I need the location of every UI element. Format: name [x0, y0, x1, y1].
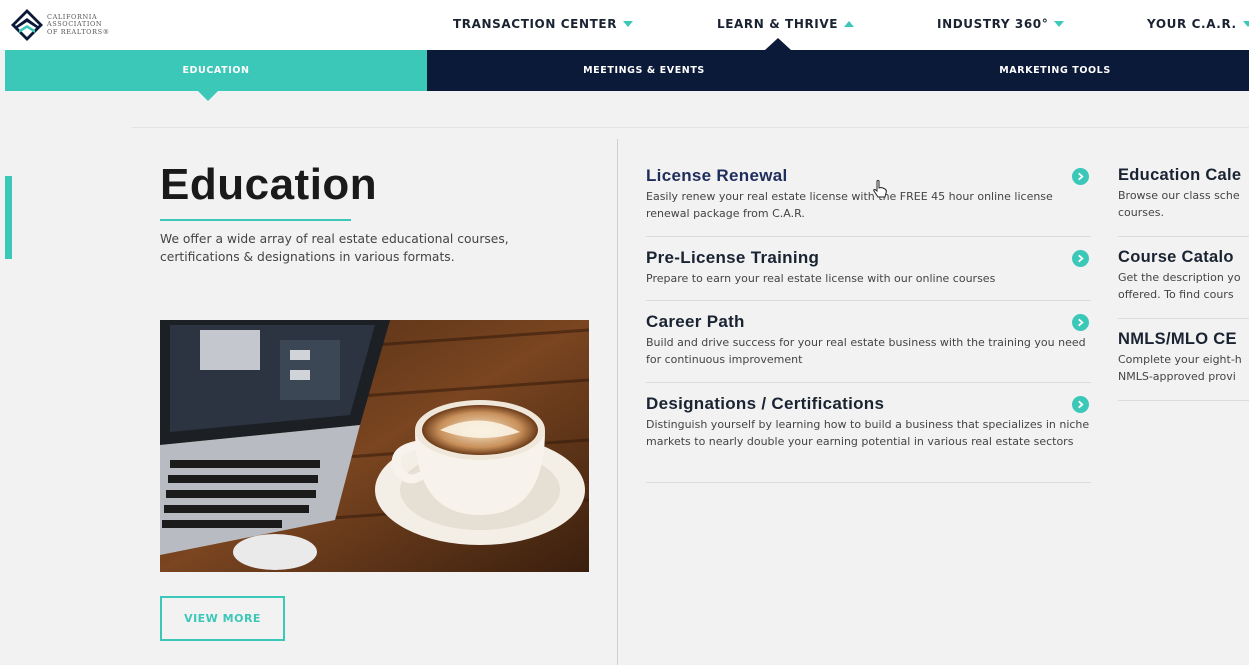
item-description: Complete your eight-h NMLS-approved prov…	[1118, 353, 1242, 383]
nav-industry-360[interactable]: INDUSTRY 360°	[937, 17, 1065, 31]
chevron-up-icon	[844, 21, 855, 27]
page-title: Education	[160, 160, 378, 209]
laptop-coffee-image	[160, 320, 589, 572]
list-item-pre-license-training[interactable]: Pre-License Training Prepare to earn you…	[646, 248, 1091, 301]
top-header: CALIFORNIA ASSOCIATION OF REALTORS® TRAN…	[0, 0, 1249, 50]
chevron-right-icon[interactable]	[1072, 168, 1089, 185]
nav-learn-thrive[interactable]: LEARN & THRIVE	[717, 17, 855, 31]
list-item-education-calendar[interactable]: Education Cale Browse our class sche cou…	[1118, 166, 1249, 221]
item-description: Distinguish yourself by learning how to …	[646, 418, 1090, 448]
list-item-career-path[interactable]: Career Path Build and drive success for …	[646, 312, 1091, 383]
item-title[interactable]: Career Path	[646, 312, 1091, 332]
chevron-right-icon[interactable]	[1072, 314, 1089, 331]
chevron-down-icon	[623, 21, 634, 27]
list-item-course-catalog[interactable]: Course Catalo Get the description yo off…	[1118, 248, 1249, 303]
title-underline	[160, 219, 351, 221]
item-description: Easily renew your real estate license wi…	[646, 190, 1053, 220]
item-title[interactable]: Pre-License Training	[646, 248, 1091, 268]
nav-your-car[interactable]: YOUR C.A.R.	[1147, 17, 1249, 31]
active-subnav-pointer	[198, 91, 218, 101]
item-description: Prepare to earn your real estate license…	[646, 272, 996, 285]
sub-navigation: EDUCATION MEETINGS & EVENTS MARKETING TO…	[5, 50, 1249, 91]
row-divider	[1118, 400, 1249, 401]
item-title[interactable]: Education Cale	[1118, 166, 1249, 185]
car-logo[interactable]: CALIFORNIA ASSOCIATION OF REALTORS®	[10, 8, 120, 42]
laptop-coffee-illustration	[160, 320, 589, 572]
row-divider	[1118, 318, 1249, 319]
page-description: We offer a wide array of real estate edu…	[160, 232, 509, 264]
active-nav-pointer	[765, 38, 791, 50]
list-item-nmls-mlo-ce[interactable]: NMLS/MLO CE Complete your eight-h NMLS-a…	[1118, 330, 1249, 385]
logo-text: CALIFORNIA ASSOCIATION OF REALTORS®	[47, 12, 110, 36]
content-divider	[132, 127, 1249, 128]
chevron-right-icon[interactable]	[1072, 250, 1089, 267]
feedback-side-tab[interactable]	[5, 176, 12, 259]
item-description: Get the description yo offered. To find …	[1118, 271, 1241, 301]
list-item-license-renewal[interactable]: License Renewal Easily renew your real e…	[646, 166, 1091, 237]
subnav-meetings-events[interactable]: MEETINGS & EVENTS	[427, 50, 861, 91]
view-more-button[interactable]: VIEW MORE	[160, 596, 285, 641]
item-description: Browse our class sche courses.	[1118, 189, 1240, 219]
nav-transaction-center[interactable]: TRANSACTION CENTER	[453, 17, 634, 31]
item-title[interactable]: Designations / Certifications	[646, 394, 1091, 414]
subnav-education[interactable]: EDUCATION	[5, 50, 427, 91]
item-title[interactable]: Course Catalo	[1118, 248, 1249, 267]
chevron-down-icon	[1054, 21, 1065, 27]
column-divider	[617, 139, 618, 665]
chevron-right-icon[interactable]	[1072, 396, 1089, 413]
item-title[interactable]: NMLS/MLO CE	[1118, 330, 1249, 349]
subnav-marketing-tools[interactable]: MARKETING TOOLS	[861, 50, 1249, 91]
logo-emblem-icon	[11, 9, 43, 41]
row-divider	[1118, 236, 1249, 237]
chevron-down-icon	[1242, 21, 1249, 27]
hand-cursor-icon	[873, 180, 887, 198]
item-title[interactable]: License Renewal	[646, 166, 1091, 186]
list-item-designations-certifications[interactable]: Designations / Certifications Distinguis…	[646, 394, 1091, 483]
item-description: Build and drive success for your real es…	[646, 336, 1086, 366]
